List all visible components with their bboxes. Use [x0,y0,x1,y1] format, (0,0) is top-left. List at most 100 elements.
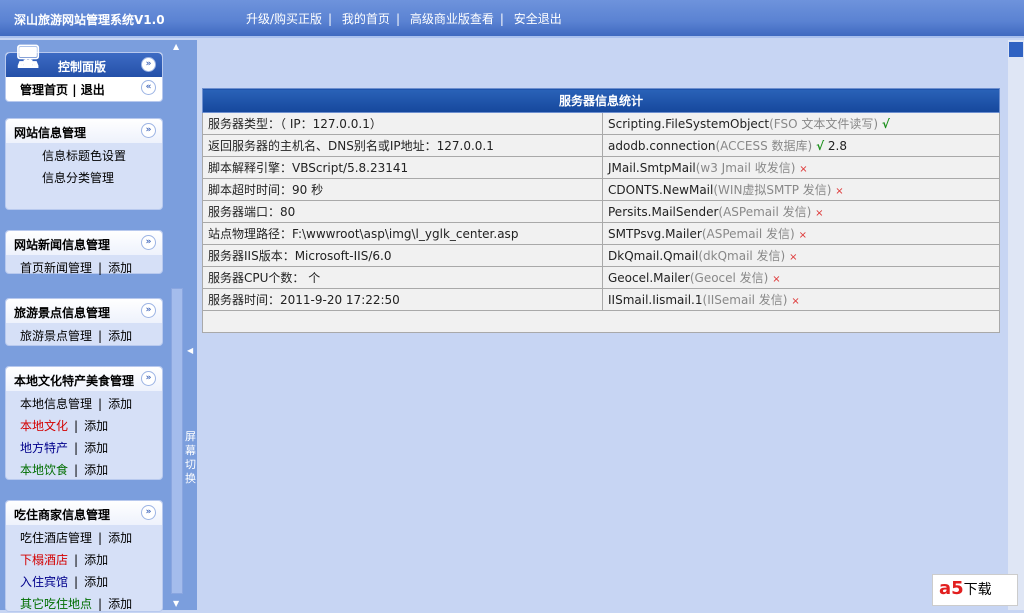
sidebar-link[interactable]: 本地文化 [20,419,68,433]
component-cell: SMTPsvg.Mailer(ASPemail 发信) × [602,222,1000,245]
screen-switch-bar[interactable]: ◀ 屏幕切换 [184,40,197,610]
panel-title: 旅游景点信息管理 [14,306,111,320]
sidebar-link[interactable]: 旅游景点管理 [20,329,92,343]
nav-logout[interactable]: 安全退出 [514,12,562,26]
panel-title: 本地文化特产美食管理 [14,374,135,388]
expand-icon[interactable]: » [141,303,156,318]
scroll-up-icon[interactable]: ▲ [173,42,179,51]
add-link[interactable]: 添加 [84,441,108,455]
nav-my-home[interactable]: 我的首页 [342,12,390,26]
server-property: 脚本超时时间：90 秒 [202,178,603,201]
sidebar-item: 首页新闻管理 | 添加 [20,261,133,275]
top-nav: 升级/购买正版 | 我的首页 | 高级商业版查看 | 安全退出 [246,12,562,26]
sidebar: 🖥 控制面版» 管理首页 | 退出 « 网站信息管理» 信息标题色设置 信息分类管理 网站… [0,40,170,612]
panel-title: 网站新闻信息管理 [14,238,111,252]
sidebar-link[interactable]: 其它吃住地点 [20,597,92,611]
component-cell: Scripting.FileSystemObject(FSO 文本文件读写) √ [602,112,1000,135]
sidebar-item: 旅游景点管理 | 添加 [20,329,133,343]
component-name: Scripting.FileSystemObject [608,117,770,131]
table-row: 服务器类型：（ IP：127.0.0.1） Scripting.FileSyste… [202,112,1000,135]
sidebar-link[interactable]: 入住宾馆 [20,575,68,589]
table-row: 返回服务器的主机名、DNS别名或IP地址：127.0.0.1 adodb.conn… [202,134,1000,157]
expand-icon[interactable]: » [141,371,156,386]
server-property: 脚本解释引擎：VBScript/5.8.23141 [202,156,603,179]
expand-icon[interactable]: » [141,235,156,250]
sidebar-panel: 本地文化特产美食管理 » 本地信息管理 | 添加 本地文化 | 添加 地方特产 | 添加 本地饮食 | 添… [5,366,163,480]
component-cell: Geocel.Mailer(Geocel 发信) × [602,266,1000,289]
sidebar-scrollbar[interactable]: ▲ ▼ [170,40,184,610]
sidebar-panel: 吃住商家信息管理» 吃住酒店管理 | 添加 下榻酒店 | 添加 入住宾馆 | 添加 其它吃住地点 | 添… [5,500,163,612]
add-link[interactable]: 添加 [108,329,132,343]
add-link[interactable]: 添加 [108,261,132,275]
component-cell: JMail.SmtpMail(w3 Jmail 收发信) × [602,156,1000,179]
sidebar-item: 信息分类管理 [6,165,162,187]
cross-icon: × [835,186,844,197]
sidebar-link[interactable]: 地方特产 [20,441,68,455]
sidebar-link[interactable]: 吃住酒店管理 [20,531,92,545]
table-row: 脚本解释引擎：VBScript/5.8.23141 JMail.SmtpMail(… [202,156,1000,179]
scroll-thumb[interactable] [171,288,183,594]
sidebar-panel: 旅游景点信息管理 » 旅游景点管理 | 添加 [5,298,163,346]
panel-header[interactable]: 吃住商家信息管理 » [6,501,162,525]
server-property: 站点物理路径：F:\wwwroot\asp\img\l_yglk_center.… [202,222,603,245]
cross-icon: × [789,252,798,263]
component-version: 2.8 [824,139,847,153]
component-desc: (ASPemail 发信) [701,227,795,241]
component-name: IISmail.Iismail.1 [608,293,703,307]
component-name: CDONTS.NewMail [608,183,714,197]
add-link[interactable]: 添加 [108,531,132,545]
add-link[interactable]: 添加 [108,397,132,411]
sidebar-link[interactable]: 信息标题色设置 [42,149,126,163]
expand-icon[interactable]: » [141,123,156,138]
component-desc: (w3 Jmail 收发信) [695,161,796,175]
check-icon: √ [816,139,825,153]
sidebar-link[interactable]: 本地信息管理 [20,397,92,411]
sidebar-link[interactable]: 本地饮食 [20,463,68,477]
server-property: 服务器端口：80 [202,200,603,223]
add-link[interactable]: 添加 [84,463,108,477]
component-desc: (FSO 文本文件读写) [769,117,879,131]
add-link[interactable]: 添加 [84,553,108,567]
main-scrollbar[interactable] [1008,40,1024,610]
sidebar-item: 吃住酒店管理 | 添加 [20,531,133,545]
sidebar-link[interactable]: 下榻酒店 [20,553,68,567]
main-content: 服务器信息统计 服务器类型：（ IP：127.0.0.1） Scripting.F… [197,40,1008,610]
panel-title: 吃住商家信息管理 [14,508,111,522]
cross-icon: × [772,274,781,285]
add-link[interactable]: 添加 [84,575,108,589]
sidebar-panel: 网站新闻信息管理 » 首页新闻管理 | 添加 [5,230,163,275]
server-property: 服务器时间：2011-9-20 17:22:50 [202,288,603,311]
logout-link[interactable]: 退出 [81,83,105,97]
server-info-table: 服务器信息统计 服务器类型：（ IP：127.0.0.1） Scripting.F… [202,88,1000,333]
scroll-thumb[interactable] [1009,42,1023,57]
nav-pro-version[interactable]: 高级商业版查看 [410,12,494,26]
panel-header[interactable]: 网站新闻信息管理 » [6,231,162,255]
component-desc: (ASPemail 发信) [718,205,812,219]
expand-icon[interactable]: » [141,505,156,520]
panel-title: 网站信息管理 [14,126,87,140]
control-panel-title: 控制面版 [58,60,107,74]
sidebar-link[interactable]: 首页新闻管理 [20,261,92,275]
sidebar-panel: 网站信息管理 » 信息标题色设置 信息分类管理 [5,118,163,210]
add-link[interactable]: 添加 [108,597,132,611]
hide-sidebar-icon[interactable]: « [141,80,156,95]
collapse-icon[interactable]: » [141,57,156,72]
nav-upgrade[interactable]: 升级/购买正版 [246,12,322,26]
panel-header[interactable]: 本地文化特产美食管理 » [6,367,162,391]
panel-header[interactable]: 网站信息管理 » [6,119,162,143]
collapse-arrow-icon[interactable]: ◀ [187,346,193,355]
cross-icon: × [799,164,808,175]
server-property: 返回服务器的主机名、DNS别名或IP地址：127.0.0.1 [202,134,603,157]
sidebar-item: 信息标题色设置 [6,143,162,165]
panel-header[interactable]: 旅游景点信息管理 » [6,299,162,323]
sidebar-item: 本地饮食 | 添加 [20,463,109,477]
sidebar-link[interactable]: 信息分类管理 [42,171,114,185]
admin-home-link[interactable]: 管理首页 [20,83,68,97]
control-panel: 🖥 控制面版» 管理首页 | 退出 « [5,45,163,102]
scroll-down-icon[interactable]: ▼ [173,599,179,608]
sidebar-item: 下榻酒店 | 添加 [20,553,109,567]
add-link[interactable]: 添加 [84,419,108,433]
component-cell: IISmail.Iismail.1(IISemail 发信) × [602,288,1000,311]
cross-icon: × [798,230,807,241]
component-name: adodb.connection [608,139,716,153]
